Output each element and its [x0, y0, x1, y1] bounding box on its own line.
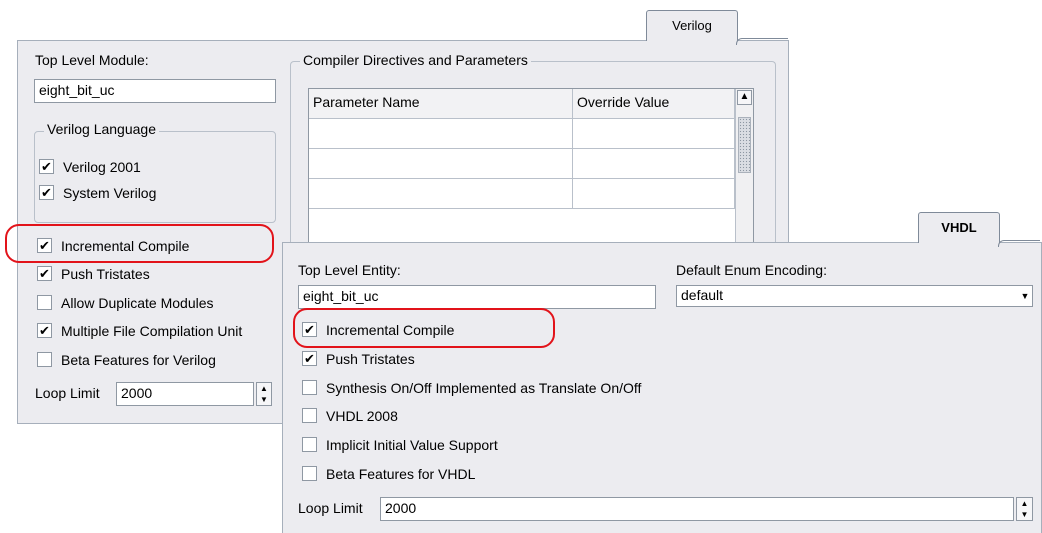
table-cell[interactable]	[309, 179, 573, 209]
enum-encoding-value: default	[681, 287, 724, 303]
system-verilog-label: System Verilog	[63, 185, 157, 201]
parameter-table: Parameter Name Override Value ▲	[308, 88, 754, 248]
multiple-file-compilation-unit-checkbox[interactable]: ✔	[37, 323, 52, 338]
chevron-down-icon[interactable]: ▼	[1018, 286, 1032, 306]
beta-features-verilog-label: Beta Features for Verilog	[61, 352, 216, 368]
top-level-module-input[interactable]: eight_bit_uc	[34, 79, 276, 103]
parameter-name-header[interactable]: Parameter Name	[309, 89, 573, 119]
enum-encoding-label: Default Enum Encoding:	[676, 262, 827, 278]
override-value-header[interactable]: Override Value	[573, 89, 735, 119]
vhdl-2008-checkbox[interactable]	[302, 408, 317, 423]
compiler-directives-group-title: Compiler Directives and Parameters	[300, 52, 531, 68]
top-level-module-label: Top Level Module:	[35, 52, 149, 68]
verilog-loop-limit-input[interactable]: 2000	[116, 382, 254, 406]
system-verilog-checkbox[interactable]: ✔	[39, 185, 54, 200]
multiple-file-compilation-unit-label: Multiple File Compilation Unit	[61, 323, 243, 339]
table-cell[interactable]	[573, 149, 735, 179]
tab-vhdl[interactable]: VHDL	[918, 212, 1000, 243]
beta-features-vhdl-checkbox[interactable]	[302, 466, 317, 481]
allow-duplicate-modules-label: Allow Duplicate Modules	[61, 295, 214, 311]
vhdl-loop-limit-spinner[interactable]: ▲ ▼	[1016, 497, 1033, 521]
scroll-up-arrow-icon[interactable]: ▲	[737, 90, 752, 105]
verilog-push-tristates-label: Push Tristates	[61, 266, 150, 282]
vhdl-loop-limit-input[interactable]: 2000	[380, 497, 1014, 521]
verilog-loop-limit-label: Loop Limit	[35, 385, 100, 401]
verilog-2001-label: Verilog 2001	[63, 159, 141, 175]
vhdl-tab-strip-line	[1012, 240, 1040, 241]
verilog-language-group-title: Verilog Language	[44, 121, 159, 137]
allow-duplicate-modules-checkbox[interactable]	[37, 295, 52, 310]
scrollbar-thumb[interactable]	[738, 117, 751, 173]
table-vertical-scrollbar[interactable]: ▲	[735, 89, 753, 247]
tab-verilog-label: Verilog	[672, 18, 712, 33]
table-cell[interactable]	[573, 119, 735, 149]
verilog-language-group	[34, 131, 276, 223]
vhdl-loop-limit-label: Loop Limit	[298, 500, 363, 516]
top-level-entity-label: Top Level Entity:	[298, 262, 401, 278]
tab-strip-edge	[736, 38, 751, 45]
implicit-initial-value-label: Implicit Initial Value Support	[326, 437, 498, 453]
incremental-compile-highlight-verilog	[5, 224, 274, 263]
verilog-loop-limit-spinner[interactable]: ▲ ▼	[256, 382, 272, 406]
verilog-2001-checkbox[interactable]: ✔	[39, 159, 54, 174]
vhdl-tab-strip-edge	[998, 240, 1013, 247]
implicit-initial-value-checkbox[interactable]	[302, 437, 317, 452]
vhdl-push-tristates-label: Push Tristates	[326, 351, 415, 367]
tab-strip-line	[750, 38, 788, 39]
top-level-entity-input[interactable]: eight_bit_uc	[298, 285, 656, 309]
table-cell[interactable]	[309, 119, 573, 149]
synthesis-on-off-label: Synthesis On/Off Implemented as Translat…	[326, 380, 642, 396]
verilog-push-tristates-checkbox[interactable]: ✔	[37, 266, 52, 281]
table-cell[interactable]	[309, 149, 573, 179]
tab-vhdl-label: VHDL	[941, 220, 977, 235]
tab-verilog[interactable]: Verilog	[646, 10, 738, 41]
vhdl-push-tristates-checkbox[interactable]: ✔	[302, 351, 317, 366]
vhdl-2008-label: VHDL 2008	[326, 408, 398, 424]
beta-features-vhdl-label: Beta Features for VHDL	[326, 466, 476, 482]
incremental-compile-highlight-vhdl	[293, 308, 555, 348]
beta-features-verilog-checkbox[interactable]	[37, 352, 52, 367]
enum-encoding-select[interactable]: default ▼	[676, 285, 1033, 307]
table-cell[interactable]	[573, 179, 735, 209]
synthesis-on-off-checkbox[interactable]	[302, 380, 317, 395]
vhdl-panel: Top Level Entity: eight_bit_uc Default E…	[282, 242, 1042, 533]
